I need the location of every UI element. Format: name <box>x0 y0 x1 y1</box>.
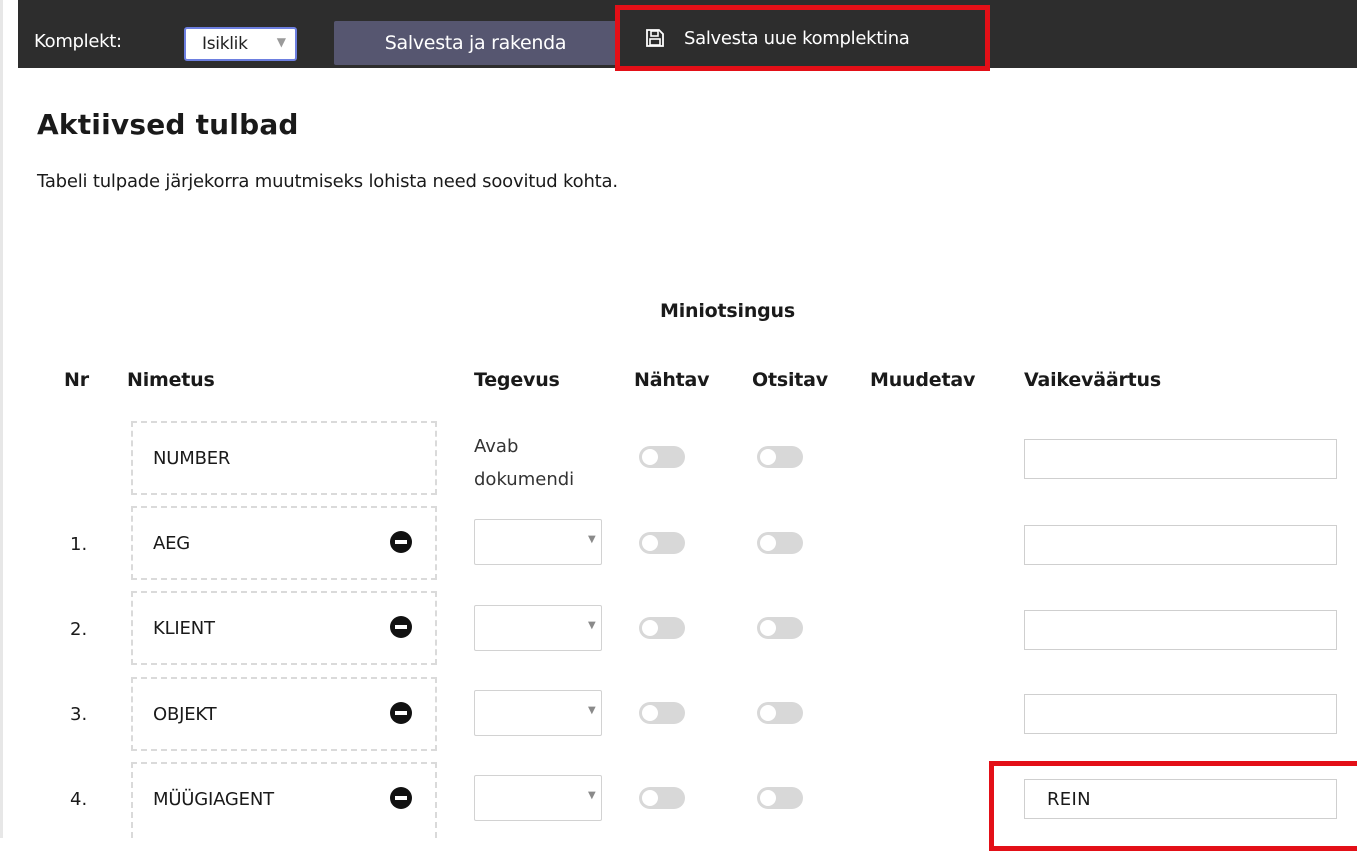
column-drag-box[interactable]: KLIENT <box>131 591 437 665</box>
default-value-input[interactable] <box>1024 610 1337 650</box>
visible-toggle[interactable] <box>639 787 685 809</box>
column-drag-box[interactable]: OBJEKT <box>131 677 437 751</box>
visible-toggle[interactable] <box>639 617 685 639</box>
action-select[interactable]: ▼ <box>474 605 602 651</box>
header-nr: Nr <box>64 369 89 391</box>
action-select[interactable]: ▼ <box>474 775 602 821</box>
column-drag-box[interactable]: MÜÜGIAGENT <box>131 762 437 838</box>
visible-toggle[interactable] <box>639 702 685 724</box>
floppy-disk-icon <box>646 29 664 47</box>
save-and-apply-label: Salvesta ja rakenda <box>384 32 567 54</box>
dropdown-arrow-icon: ▼ <box>588 790 596 801</box>
searchable-toggle[interactable] <box>757 617 803 639</box>
column-name: OBJEKT <box>153 704 217 725</box>
row-number: 2. <box>70 619 88 640</box>
remove-column-icon[interactable] <box>390 702 412 724</box>
remove-column-icon[interactable] <box>390 787 412 809</box>
set-select-value: Isiklik <box>202 34 248 54</box>
column-drag-box[interactable]: NUMBER <box>131 421 437 495</box>
remove-column-icon[interactable] <box>390 616 412 638</box>
default-value-input[interactable] <box>1024 525 1337 565</box>
header-default: Vaikeväärtus <box>1024 369 1161 391</box>
column-name: AEG <box>153 533 191 554</box>
remove-column-icon[interactable] <box>390 531 412 553</box>
column-name: NUMBER <box>153 448 231 469</box>
header-name: Nimetus <box>127 369 215 391</box>
header-searchable: Otsitav <box>752 369 828 391</box>
action-select[interactable]: ▼ <box>474 690 602 736</box>
left-border <box>0 0 3 838</box>
searchable-toggle[interactable] <box>757 702 803 724</box>
page-title: Aktiivsed tulbad <box>37 108 299 141</box>
save-as-new-set-button[interactable]: Salvesta uue komplektina <box>615 5 990 71</box>
row-number: 3. <box>70 704 88 725</box>
set-label: Komplekt: <box>34 31 122 52</box>
dropdown-arrow-icon: ▼ <box>588 705 596 716</box>
column-name: MÜÜGIAGENT <box>153 789 274 810</box>
dropdown-arrow-icon: ▼ <box>588 534 596 545</box>
default-value-input[interactable] <box>1024 694 1337 734</box>
header-visible: Nähtav <box>634 369 710 391</box>
save-as-new-set-label: Salvesta uue komplektina <box>684 27 910 49</box>
header-miniotsingus: Miniotsingus <box>660 300 795 322</box>
page-description: Tabeli tulpade järjekorra muutmiseks loh… <box>37 171 618 192</box>
default-value-input[interactable] <box>1024 439 1337 479</box>
visible-toggle[interactable] <box>639 532 685 554</box>
searchable-toggle[interactable] <box>757 532 803 554</box>
action-select[interactable]: ▼ <box>474 519 602 565</box>
action-text: Avab dokumendi <box>474 436 575 490</box>
row-number: 1. <box>70 534 88 555</box>
column-name: KLIENT <box>153 618 215 639</box>
set-select[interactable]: Isiklik ▼ <box>184 27 297 61</box>
dropdown-arrow-icon: ▼ <box>276 35 286 49</box>
searchable-toggle[interactable] <box>757 787 803 809</box>
row-number: 4. <box>70 789 88 810</box>
visible-toggle[interactable] <box>639 446 685 468</box>
header-editable: Muudetav <box>870 369 976 391</box>
dropdown-arrow-icon: ▼ <box>588 620 596 631</box>
header-action: Tegevus <box>474 369 560 391</box>
searchable-toggle[interactable] <box>757 446 803 468</box>
column-drag-box[interactable]: AEG <box>131 506 437 580</box>
save-and-apply-button[interactable]: Salvesta ja rakenda <box>334 21 617 65</box>
